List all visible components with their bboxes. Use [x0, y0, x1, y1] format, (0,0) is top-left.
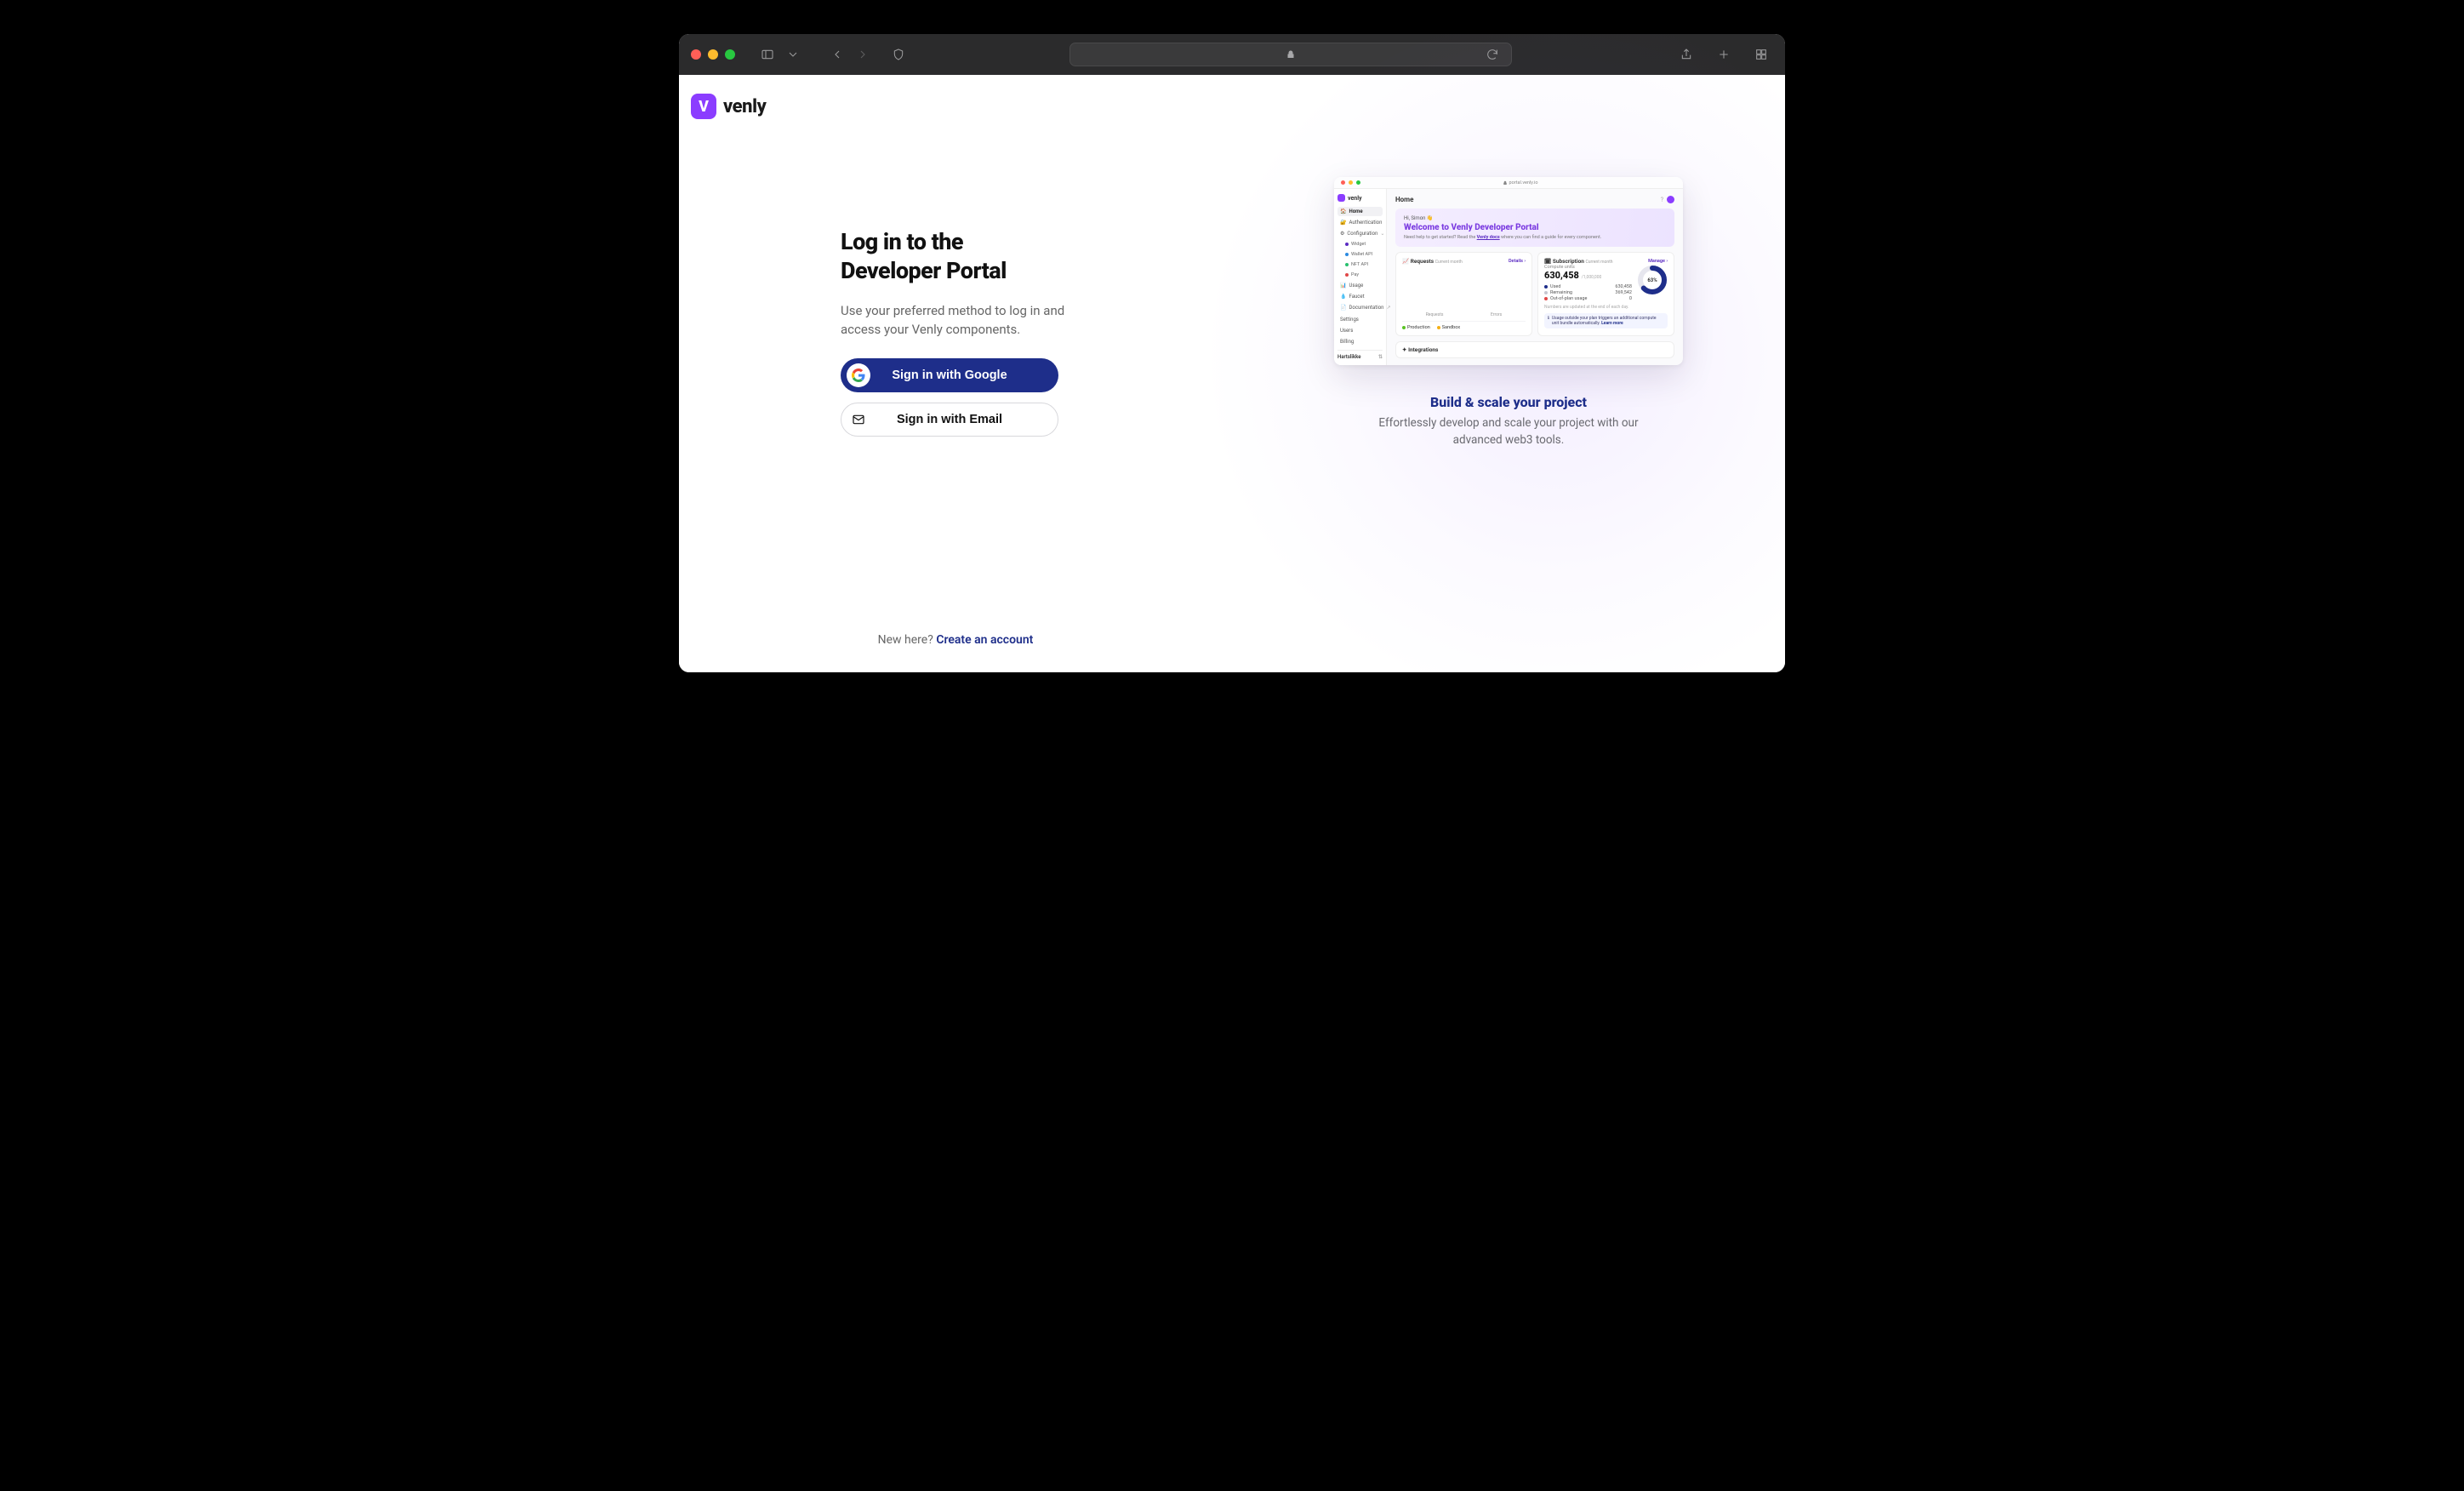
preview-dot-green	[1356, 180, 1360, 185]
nav-forward-button[interactable]	[851, 43, 875, 66]
preview-page-title: Home	[1395, 196, 1413, 203]
reload-button[interactable]	[1480, 43, 1504, 66]
preview-url: portal.venly.io	[1503, 180, 1538, 186]
brand: V venly	[691, 94, 766, 119]
login-panel: Log in to the Developer Portal Use your …	[679, 75, 1232, 672]
preview-nav-faucet: 💧 Faucet	[1338, 292, 1383, 301]
preview-nav-settings: Settings	[1338, 315, 1383, 324]
google-icon	[847, 363, 870, 387]
tab-group-dropdown[interactable]	[781, 43, 805, 66]
preview-sidebar: venly 🏠 Home 🔐 Authentication ⚙ Configur…	[1334, 189, 1387, 365]
preview-nav-wallet: Wallet API	[1338, 250, 1383, 259]
signin-google-label: Sign in with Google	[892, 368, 1007, 382]
preview-nav-pay: Pay	[1338, 271, 1383, 279]
caption-body: Effortlessly develop and scale your proj…	[1364, 415, 1653, 448]
login-subtitle: Use your preferred method to log in and …	[841, 301, 1096, 340]
preview-nav-docs: 📄 Documentation ↗	[1338, 303, 1383, 312]
preview-nav-widget: Widget	[1338, 240, 1383, 248]
brand-logo: V	[691, 94, 716, 119]
preview-nav-home: 🏠 Home	[1338, 207, 1383, 216]
preview-org: Hartslikke ⇅	[1338, 350, 1383, 360]
sidebar-toggle-button[interactable]	[756, 43, 779, 66]
browser-window: V venly Log in to the Developer Portal U…	[679, 34, 1785, 672]
create-account-link[interactable]: Create an account	[936, 633, 1033, 647]
preview-requests-chart	[1402, 265, 1526, 311]
lock-icon	[1286, 49, 1296, 60]
caption-title: Build & scale your project	[1364, 394, 1653, 410]
privacy-report-button[interactable]	[887, 43, 910, 66]
minimize-window-button[interactable]	[708, 49, 718, 60]
preview-requests-details: Details ›	[1509, 259, 1526, 264]
preview-hero-welcome: Welcome to Venly Developer Portal	[1404, 223, 1666, 232]
preview-integrations-card: ✦ Integrations	[1395, 341, 1674, 358]
preview-nav-usage: 📊 Usage	[1338, 281, 1383, 290]
marketing-panel: portal.venly.io venly 🏠 Home 🔐 Authentic…	[1232, 75, 1785, 672]
new-tab-button[interactable]	[1712, 43, 1736, 66]
preview-avatar	[1667, 196, 1674, 203]
signup-footer: New here? Create an account	[679, 633, 1232, 647]
preview-subscription-manage: Manage ›	[1648, 259, 1668, 264]
preview-nav-nft: NFT API	[1338, 260, 1383, 269]
preview-usage-banner: ℹ Usage outside your plan triggers an ad…	[1544, 313, 1668, 328]
signin-email-button[interactable]: Sign in with Email	[841, 403, 1058, 437]
preview-brand: venly	[1338, 194, 1383, 202]
preview-dot-red	[1341, 180, 1345, 185]
share-button[interactable]	[1674, 43, 1698, 66]
mail-icon	[847, 408, 870, 431]
address-bar[interactable]	[1069, 43, 1512, 66]
titlebar	[679, 34, 1785, 75]
preview-nav-config: ⚙ Configuration ⌄	[1338, 229, 1383, 238]
marketing-caption: Build & scale your project Effortlessly …	[1364, 394, 1653, 448]
preview-requests-card: 📈 Requests Current month Details › Reque…	[1395, 252, 1532, 336]
preview-main: Home ? Hi, Simon 👋 Welcome to Venly Deve…	[1387, 189, 1683, 365]
preview-hero-hi: Hi, Simon 👋	[1404, 215, 1666, 221]
close-window-button[interactable]	[691, 49, 701, 60]
preview-dot-yellow	[1349, 180, 1353, 185]
dashboard-preview: portal.venly.io venly 🏠 Home 🔐 Authentic…	[1334, 177, 1683, 365]
fullscreen-window-button[interactable]	[725, 49, 735, 60]
traffic-lights	[691, 49, 735, 60]
preview-hero: Hi, Simon 👋 Welcome to Venly Developer P…	[1395, 209, 1674, 247]
preview-hero-help: Need help to get started? Read the Venly…	[1404, 235, 1666, 240]
nav-back-button[interactable]	[825, 43, 849, 66]
preview-help-icon: ?	[1661, 197, 1663, 203]
page-content: V venly Log in to the Developer Portal U…	[679, 75, 1785, 672]
preview-nav-billing: Billing	[1338, 337, 1383, 346]
signin-email-label: Sign in with Email	[897, 413, 1002, 426]
preview-nav-users: Users	[1338, 326, 1383, 335]
signin-google-button[interactable]: Sign in with Google	[841, 358, 1058, 392]
tab-overview-button[interactable]	[1749, 43, 1773, 66]
login-title: Log in to the Developer Portal	[841, 228, 1232, 286]
preview-subscription-card: 🗓 Subscription Current month Manage › Co…	[1537, 252, 1674, 336]
preview-titlebar: portal.venly.io	[1334, 177, 1683, 189]
brand-name: venly	[723, 96, 766, 117]
donut-chart: 63%	[1637, 265, 1668, 295]
preview-nav-auth: 🔐 Authentication	[1338, 218, 1383, 227]
